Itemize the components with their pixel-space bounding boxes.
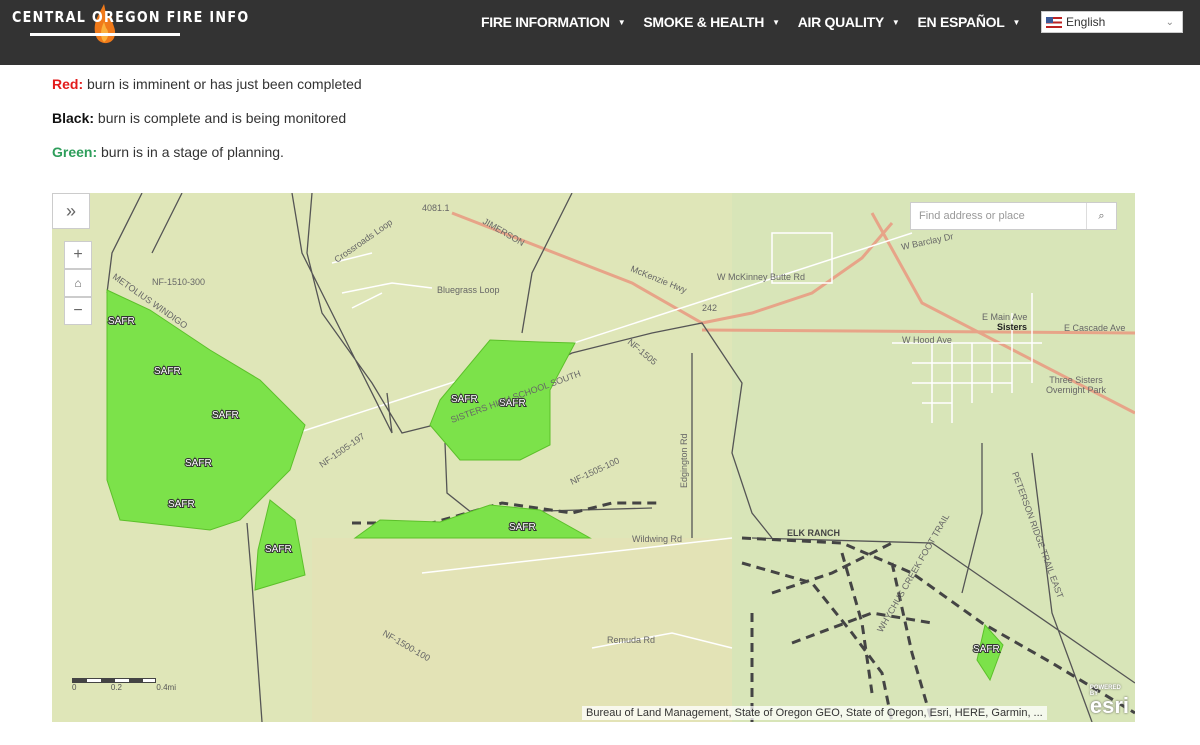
burn-label: SAFR — [212, 410, 239, 421]
nav-label: SMOKE & HEALTH — [643, 14, 765, 30]
burn-label: SAFR — [168, 499, 195, 510]
search-placeholder: Find address or place — [919, 210, 1025, 222]
esri-powered-by: POWERED BY — [1089, 685, 1121, 697]
esri-logo[interactable]: POWERED BY esri — [1090, 685, 1129, 719]
place-label: NF-1510-300 — [152, 277, 205, 287]
search-icon[interactable]: ⌕ — [1086, 203, 1116, 229]
zoom-out-button[interactable]: − — [64, 297, 92, 325]
burn-label: SAFR — [509, 522, 536, 533]
place-label: W McKinney Butte Rd — [717, 272, 805, 282]
place-label: Edgington Rd — [679, 433, 689, 488]
place-label: NF-1505 — [626, 337, 659, 367]
nav-fire-information[interactable]: FIRE INFORMATION ▼ — [481, 14, 626, 30]
caret-down-icon: ▼ — [891, 17, 900, 27]
nav-label: FIRE INFORMATION — [481, 14, 610, 30]
legend-black: Black: burn is complete and is being mon… — [52, 110, 346, 126]
map-attribution[interactable]: Bureau of Land Management, State of Oreg… — [582, 706, 1047, 720]
nav-label: EN ESPAÑOL — [917, 14, 1005, 30]
caret-down-icon: ▼ — [1012, 17, 1021, 27]
place-label: NF-1505-197 — [317, 431, 366, 470]
legend-green: Green: burn is in a stage of planning. — [52, 144, 284, 160]
place-label: E Main Ave — [982, 312, 1027, 322]
place-label: E Cascade Ave — [1064, 323, 1125, 333]
place-label: NF-1505-100 — [569, 455, 621, 486]
legend-key: Black: — [52, 110, 95, 126]
burn-area[interactable] — [106, 289, 306, 531]
top-navbar: CENTRAL OREGON FIRE INFO FIRE INFORMATIO… — [0, 0, 1200, 65]
expand-panel-button[interactable]: » — [52, 193, 90, 229]
legend-key: Green: — [52, 144, 98, 160]
nav-label: AIR QUALITY — [797, 14, 884, 30]
nav-air-quality[interactable]: AIR QUALITY ▼ — [798, 14, 900, 30]
logo-underline — [30, 33, 180, 36]
place-label: 242 — [702, 303, 717, 313]
burn-label: SAFR — [108, 316, 135, 327]
caret-down-icon: ▼ — [772, 17, 780, 27]
nav-en-espanol[interactable]: EN ESPAÑOL ▼ — [918, 14, 1021, 30]
site-logo[interactable]: CENTRAL OREGON FIRE INFO — [12, 8, 249, 26]
legend-text: burn is in a stage of planning. — [97, 144, 284, 160]
place-label: Sisters — [997, 322, 1027, 332]
main-nav: FIRE INFORMATION ▼ SMOKE & HEALTH ▼ AIR QU… — [481, 14, 1038, 30]
scale-label: 0 — [72, 683, 77, 692]
language-select[interactable]: English ⌄ — [1041, 11, 1183, 33]
burn-label: SAFR — [154, 366, 181, 377]
scale-label: 0.2 — [110, 683, 122, 692]
place-label: W Hood Ave — [902, 335, 952, 345]
place-label: JIMERSON — [481, 216, 526, 248]
place-label: Wildwing Rd — [632, 534, 682, 544]
place-label: McKenzie Hwy — [629, 264, 688, 296]
legend-text: burn is complete and is being monitored — [94, 110, 347, 126]
scale-bar: 0 0.2 0.4mi — [72, 678, 176, 692]
language-value: English — [1066, 15, 1106, 29]
legend-text: burn is imminent or has just been comple… — [83, 76, 362, 92]
place-label: Bluegrass Loop — [437, 285, 500, 295]
zoom-in-button[interactable]: + — [64, 241, 92, 269]
place-label: 4081.1 — [422, 203, 450, 213]
terrain-patch — [312, 538, 732, 722]
caret-down-icon: ▼ — [617, 17, 626, 27]
chevron-down-icon: ⌄ — [1165, 16, 1174, 28]
search-input[interactable]: Find address or place ⌕ — [910, 202, 1117, 230]
us-flag-icon — [1046, 16, 1062, 28]
burn-label: SAFR — [973, 644, 1000, 655]
burn-label: SAFR — [451, 394, 478, 405]
place-label-park: Three Sisters Overnight Park — [1045, 375, 1107, 395]
home-button[interactable]: ⌂ — [64, 269, 92, 297]
nav-smoke-health[interactable]: SMOKE & HEALTH ▼ — [643, 14, 780, 30]
legend-key: Red: — [52, 76, 84, 92]
place-label: Crossroads Loop — [332, 217, 394, 265]
map-canvas[interactable]: SAFR SAFR SAFR SAFR SAFR SAFR SAFR SAFR … — [52, 193, 1135, 722]
burn-label: SAFR — [185, 458, 212, 469]
burn-map[interactable]: SAFR SAFR SAFR SAFR SAFR SAFR SAFR SAFR … — [52, 193, 1135, 722]
place-label: ELK RANCH — [787, 528, 840, 538]
legend-red: Red: burn is imminent or has just been c… — [52, 76, 362, 92]
scale-label: 0.4mi — [156, 683, 176, 692]
burn-label: SAFR — [265, 544, 292, 555]
place-label: Remuda Rd — [607, 635, 655, 645]
